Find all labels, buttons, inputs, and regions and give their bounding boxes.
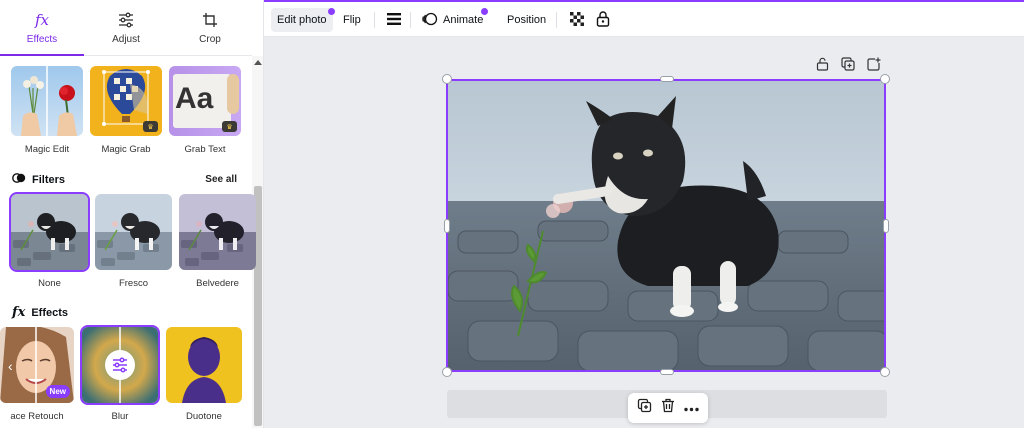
page-actions	[816, 57, 881, 76]
flip-label: Flip	[343, 14, 361, 26]
toolbar-divider	[374, 12, 375, 28]
resize-handle-bottom-left[interactable]	[442, 367, 452, 377]
resize-handle-top-right[interactable]	[880, 74, 890, 84]
flip-button[interactable]: Flip	[337, 8, 367, 32]
canvas-area	[264, 37, 1024, 428]
card-label: None	[38, 278, 61, 289]
effect-blur-card[interactable]: Blur	[80, 325, 160, 422]
card-label: Grab Text	[184, 144, 226, 155]
side-panel: fx Effects Adjust Crop Magic Edit ♛ Magi…	[0, 0, 264, 428]
card-label: Magic Edit	[24, 144, 70, 155]
magic-grab-thumbnail: ♛	[90, 66, 162, 136]
editor-root: fx Effects Adjust Crop Magic Edit ♛ Magi…	[0, 0, 1024, 428]
blur-thumbnail	[80, 325, 160, 405]
filter-fresco-card[interactable]: Fresco	[95, 194, 172, 289]
filter-belvedere-thumbnail	[179, 194, 256, 270]
resize-handle-bottom-right[interactable]	[880, 367, 890, 377]
filters-title: Filters	[32, 173, 66, 186]
tab-effects[interactable]: fx Effects	[0, 0, 84, 56]
filters-icon	[12, 171, 26, 188]
lock-icon	[596, 10, 610, 30]
floating-context-menu	[628, 393, 708, 423]
filters-heading: Filters	[12, 171, 65, 188]
animate-button[interactable]: Animate	[416, 8, 489, 32]
effect-face-retouch-card[interactable]: New ace Retouch	[0, 327, 74, 422]
animate-icon	[422, 11, 438, 30]
magic-edit-thumbnail	[11, 66, 83, 136]
tab-adjust[interactable]: Adjust	[84, 0, 168, 55]
scroll-up-arrow-icon[interactable]	[254, 60, 262, 65]
more-options-icon[interactable]	[684, 399, 700, 417]
magic-edit-card[interactable]: Magic Edit	[11, 66, 83, 155]
aa-sample-text: Aa	[175, 82, 214, 115]
crop-icon	[200, 11, 220, 29]
edit-photo-notification-dot	[328, 8, 335, 15]
edit-photo-button[interactable]: Edit photo	[271, 8, 333, 32]
tab-label: Adjust	[112, 33, 140, 45]
lock-button[interactable]	[590, 8, 616, 32]
resize-handle-bottom[interactable]	[660, 369, 674, 375]
card-label: Fresco	[118, 278, 149, 289]
resize-handle-top-left[interactable]	[442, 74, 452, 84]
grab-text-card[interactable]: Aa ♛ Grab Text	[169, 66, 241, 155]
top-toolbar: Edit photo Flip Animate Position	[264, 0, 1024, 37]
grab-text-thumbnail: Aa ♛	[169, 66, 241, 136]
tab-label: Effects	[26, 33, 58, 45]
animate-notification-dot	[481, 8, 488, 15]
crown-icon: ♛	[222, 121, 237, 132]
toolbar-divider	[410, 12, 411, 28]
lines-icon	[386, 12, 402, 29]
card-label: Blur	[111, 411, 129, 422]
filters-next-arrow-icon[interactable]: ›	[230, 222, 235, 238]
filter-fresco-thumbnail	[95, 194, 172, 270]
edit-photo-label: Edit photo	[277, 14, 327, 26]
unlock-icon[interactable]	[816, 57, 829, 76]
resize-handle-left[interactable]	[444, 219, 450, 233]
duplicate-icon[interactable]	[637, 398, 652, 418]
transparency-button[interactable]	[564, 8, 590, 32]
resize-handle-top[interactable]	[660, 76, 674, 82]
adjust-sliders-icon[interactable]	[111, 356, 129, 379]
fx-icon: fx	[12, 305, 26, 320]
transparency-checker-icon	[570, 11, 584, 29]
trash-icon[interactable]	[661, 398, 675, 418]
sliders-icon	[116, 11, 136, 29]
effects-prev-arrow-icon[interactable]: ‹	[8, 358, 13, 374]
crown-icon: ♛	[143, 121, 158, 132]
magic-grab-card[interactable]: ♛ Magic Grab	[90, 66, 162, 155]
panel-tabs: fx Effects Adjust Crop	[0, 0, 252, 56]
duotone-thumbnail	[166, 327, 242, 403]
card-label: Belvedere	[196, 278, 239, 289]
effects-row: New ace Retouch Blur Duotone	[0, 325, 242, 422]
filter-none-card[interactable]: None	[9, 192, 90, 289]
card-label: Duotone	[186, 411, 222, 422]
effects-title: Effects	[31, 306, 69, 319]
toolbar-divider	[556, 12, 557, 28]
tab-label: Crop	[199, 33, 221, 45]
position-label: Position	[507, 14, 547, 26]
effects-heading: fx Effects	[12, 305, 68, 320]
transparency-lines-button[interactable]	[380, 8, 408, 32]
add-page-icon[interactable]	[867, 57, 881, 76]
animate-label: Animate	[443, 14, 484, 26]
resize-handle-right[interactable]	[883, 219, 889, 233]
filter-belvedere-card[interactable]: Belvedere	[179, 194, 256, 289]
fx-icon: fx	[34, 10, 49, 29]
duplicate-page-icon[interactable]	[841, 57, 855, 76]
new-badge: New	[45, 385, 70, 398]
filter-none-thumbnail	[9, 192, 90, 272]
position-button[interactable]: Position	[501, 8, 552, 32]
effect-duotone-card[interactable]: Duotone	[166, 327, 242, 422]
filters-row: None Fresco Belvedere	[9, 192, 256, 289]
card-label: Magic Grab	[101, 144, 151, 155]
card-label: ace Retouch	[10, 411, 64, 422]
filters-see-all-link[interactable]: See all	[205, 174, 237, 185]
selected-photo[interactable]	[446, 79, 886, 372]
magic-tools-row: Magic Edit ♛ Magic Grab Aa ♛ Grab Text	[11, 66, 241, 155]
tab-crop[interactable]: Crop	[168, 0, 252, 55]
